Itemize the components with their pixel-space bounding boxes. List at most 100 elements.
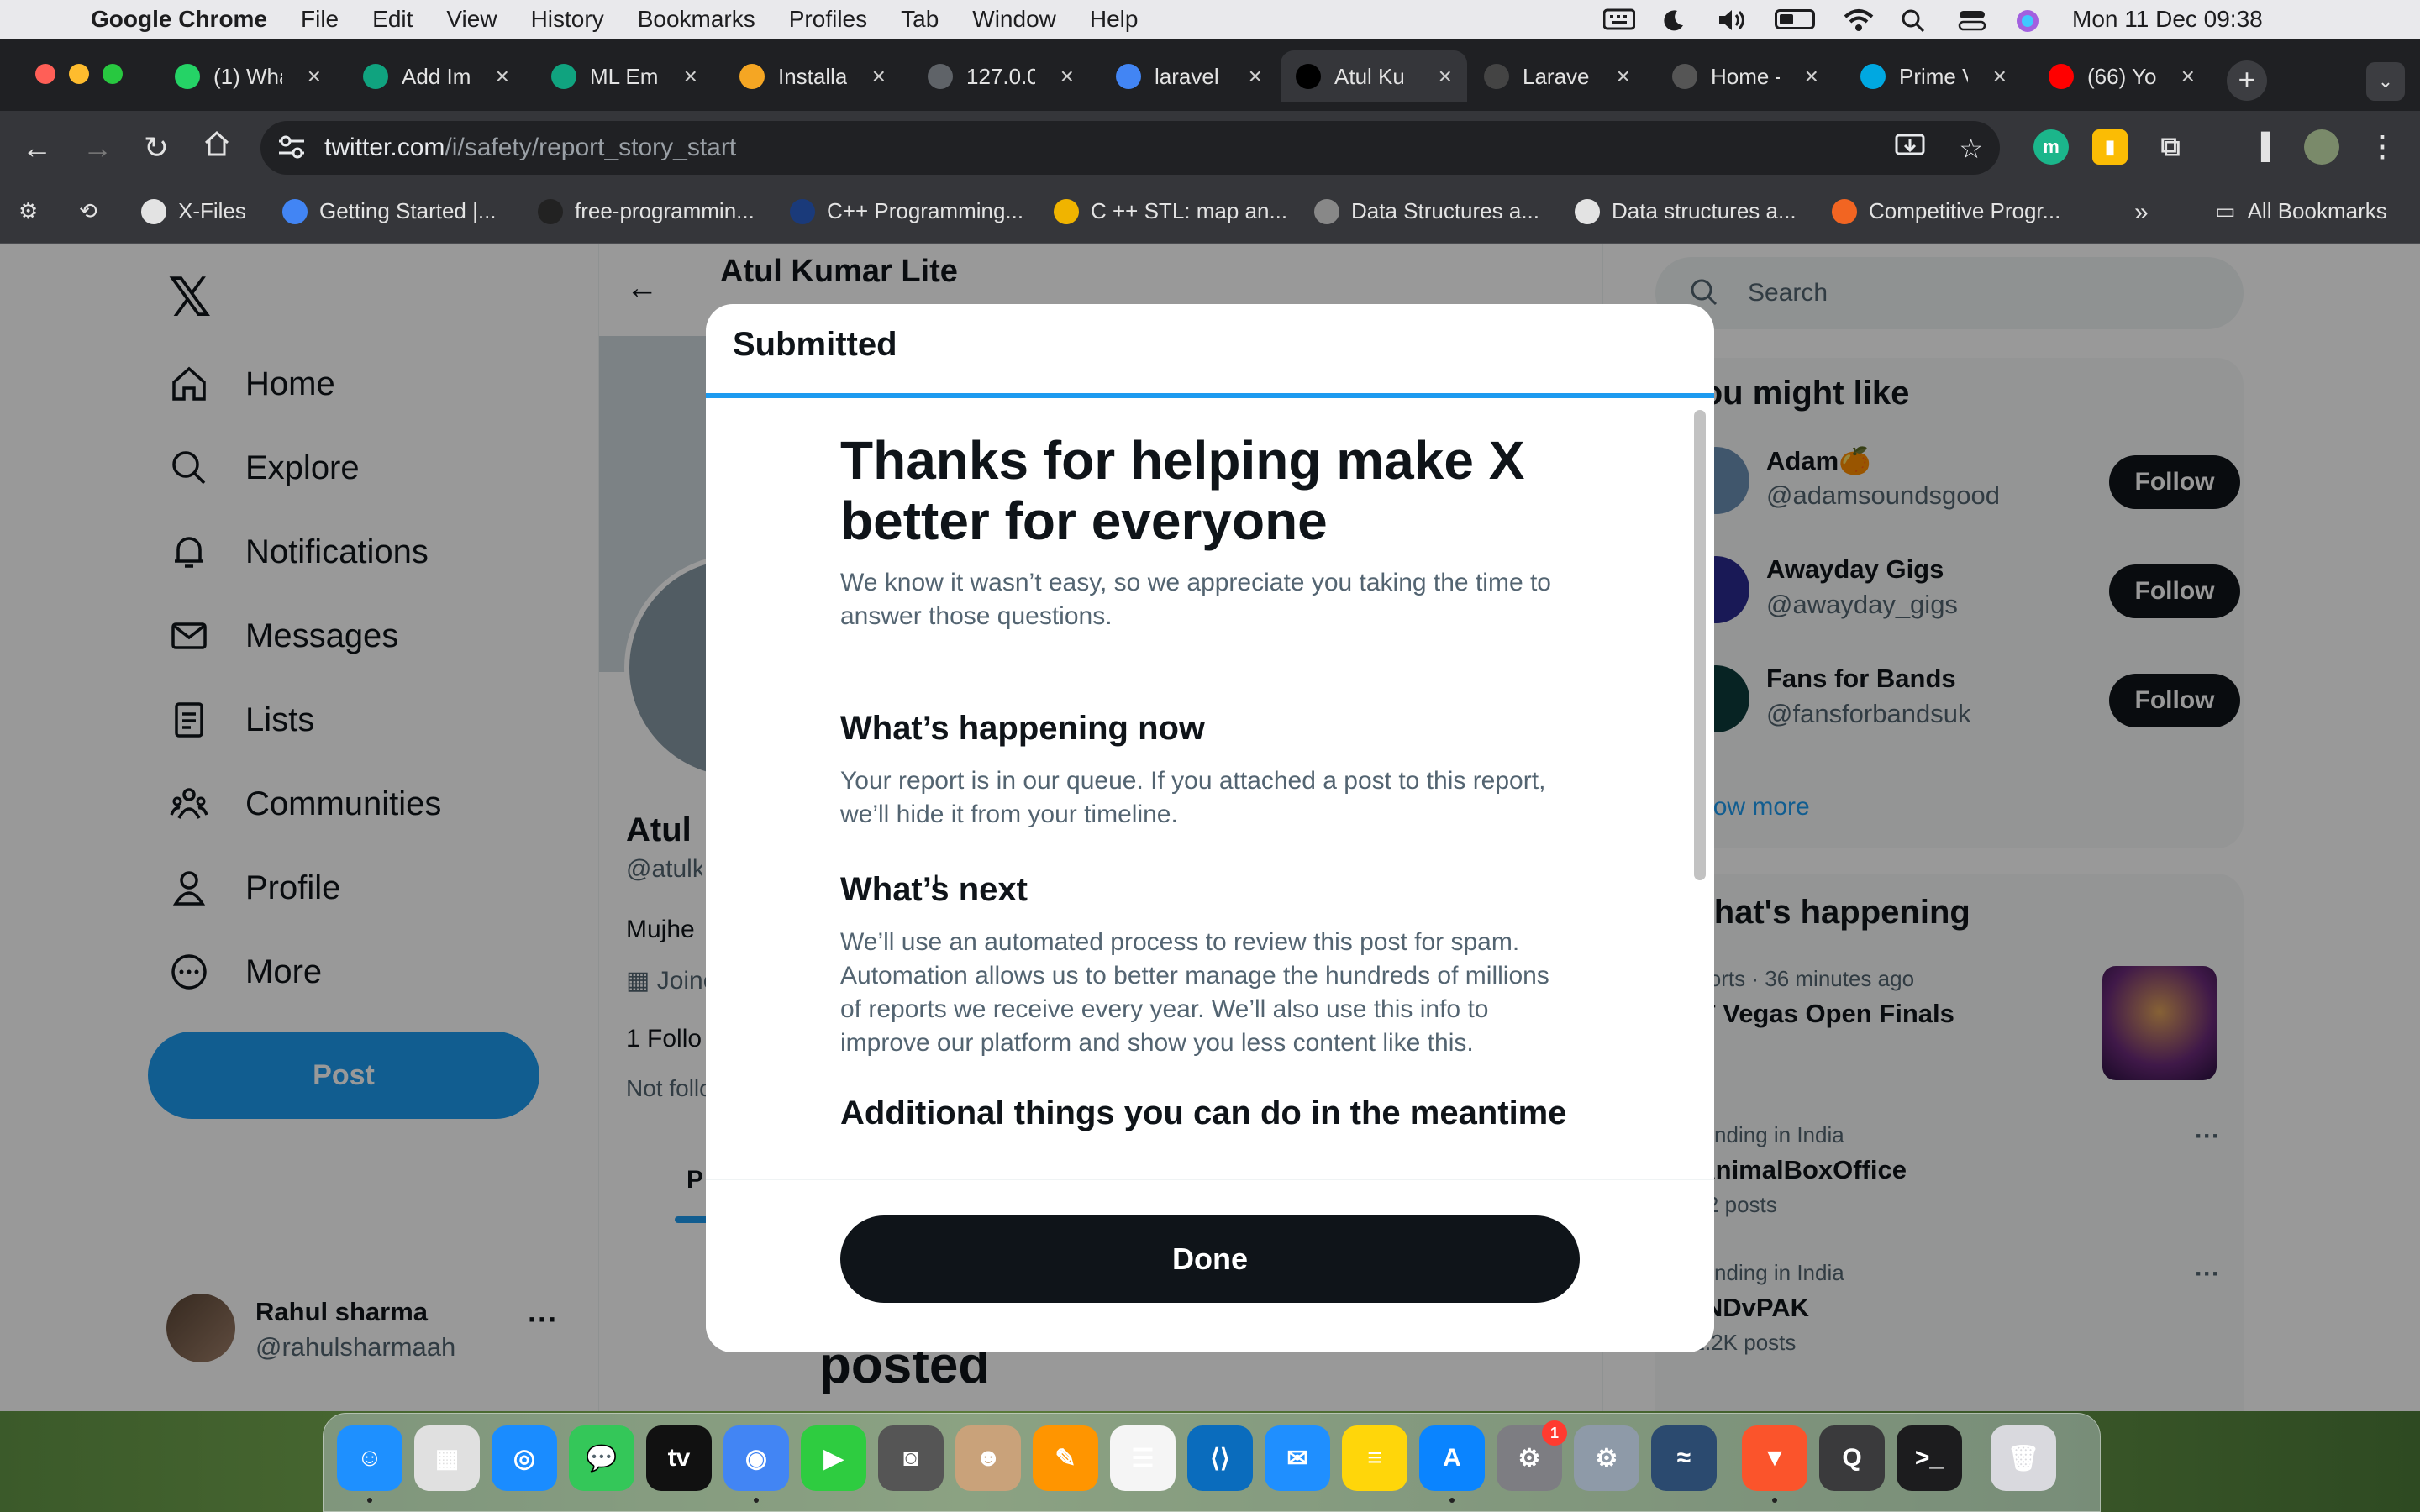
zoom-window-button[interactable] [103,64,123,84]
pages-icon[interactable]: ✎ [1033,1425,1098,1491]
appstore-icon[interactable]: A [1419,1425,1485,1491]
menu-edit[interactable]: Edit [372,6,413,33]
trash-icon[interactable]: 🗑 [1991,1425,2056,1491]
notes-icon[interactable]: ≡ [1342,1425,1407,1491]
system-settings-icon[interactable]: ⚙ 1 [1497,1420,1567,1491]
menu-bookmarks[interactable]: Bookmarks [638,6,755,33]
dark-mode-moon-icon[interactable] [1660,8,1689,31]
extension-m-icon[interactable]: m [2033,129,2069,165]
reminders-icon[interactable]: ☰ [1110,1425,1176,1491]
close-tab-icon[interactable]: × [496,63,509,90]
close-tab-icon[interactable]: × [872,63,886,90]
browser-tab[interactable]: ML Em × [536,50,713,102]
tab-search-button[interactable]: ⌄ [2366,62,2405,101]
keyboard-icon[interactable] [1602,8,1636,30]
side-panel-icon[interactable]: ▐ [2244,129,2279,165]
new-tab-button[interactable]: + [2227,60,2267,101]
safari-icon[interactable]: ◎ [492,1425,557,1491]
browser-tab[interactable]: Atul Ku × [1281,50,1467,102]
terminal-icon[interactable]: >_ [1897,1425,1962,1491]
bookmarks-history-icon[interactable]: ⟲ [79,198,97,224]
done-button[interactable]: Done [840,1215,1580,1303]
menu-profiles[interactable]: Profiles [789,6,867,33]
browser-tab[interactable]: Home - × [1657,50,1833,102]
close-window-button[interactable] [35,64,55,84]
launchpad-icon[interactable]: ▦ [414,1425,480,1491]
close-tab-icon[interactable]: × [1617,63,1630,90]
bookmark-item[interactable]: C ++ STL: map an... [1054,198,1287,224]
menu-tab[interactable]: Tab [901,6,939,33]
bookmark-item[interactable]: Data Structures a... [1314,198,1539,224]
browser-tab[interactable]: Prime V × [1845,50,2022,102]
siri-icon[interactable] [2015,8,2044,32]
menu-app-name[interactable]: Google Chrome [91,6,267,33]
bookmark-item[interactable]: X-Files [141,198,246,224]
bookmarks-settings-icon[interactable]: ⚙ [18,198,38,224]
facetime-icon[interactable]: ▶ [801,1425,866,1491]
close-tab-icon[interactable]: × [1805,63,1818,90]
browser-tab[interactable]: laravel × [1101,50,1277,102]
browser-tab[interactable]: (66) Yo × [2033,50,2210,102]
profile-avatar-icon[interactable] [2304,129,2339,165]
messages-icon[interactable]: 💬 [569,1425,634,1491]
bookmark-item[interactable]: C++ Programming... [790,198,1023,224]
bookmark-star-icon[interactable]: ☆ [1959,133,1983,166]
all-bookmarks-folder[interactable]: ▭ All Bookmarks [2215,198,2387,224]
chrome-icon[interactable]: ◉ [723,1425,789,1491]
reload-icon[interactable]: ↻ [134,126,178,170]
forward-arrow-icon[interactable]: → [76,126,119,170]
brave-icon[interactable]: ▼ [1742,1425,1807,1491]
close-tab-icon[interactable]: × [1249,63,1262,90]
minimize-window-button[interactable] [69,64,89,84]
close-tab-icon[interactable]: × [684,63,697,90]
menu-view[interactable]: View [446,6,497,33]
site-info-icon[interactable] [277,134,308,161]
extension-keep-icon[interactable]: ▮ [2092,129,2128,165]
menu-window[interactable]: Window [972,6,1056,33]
close-tab-icon[interactable]: × [1060,63,1074,90]
screenshot-icon[interactable]: ◙ [878,1425,944,1491]
chrome-menu-icon[interactable]: ⋮ [2365,129,2400,165]
browser-tab[interactable]: (1) Wha × [160,50,336,102]
volume-icon[interactable] [1718,8,1746,30]
settings-gear-icon[interactable]: ⚙ [1574,1425,1639,1491]
browser-tab[interactable]: Installa × [724,50,901,102]
close-tab-icon[interactable]: × [1993,63,2007,90]
menu-file[interactable]: File [301,6,339,33]
menu-history[interactable]: History [531,6,604,33]
wifi-icon[interactable] [1844,8,1874,31]
close-tab-icon[interactable]: × [2181,63,2195,90]
close-tab-icon[interactable]: × [308,63,321,90]
contacts-icon[interactable]: ☻ [955,1425,1021,1491]
home-icon[interactable] [195,126,239,170]
browser-tab[interactable]: Laravel × [1469,50,1645,102]
dock-glyph: ☺ [356,1444,383,1472]
install-app-icon[interactable] [1895,133,1925,166]
dialog-scrollbar[interactable] [1694,410,1706,880]
finder-icon[interactable]: ☺ [337,1425,402,1491]
back-arrow-icon[interactable]: ← [15,126,59,170]
bookmark-item[interactable]: Getting Started |... [282,198,497,224]
control-center-icon[interactable] [1958,8,1986,31]
appletv-icon[interactable]: tv [646,1425,712,1491]
mail-icon[interactable]: ✉ [1265,1425,1330,1491]
bookmark-favicon-icon [790,198,815,224]
dock-glyph: ▼ [1762,1444,1787,1472]
menu-help[interactable]: Help [1090,6,1139,33]
battery-icon[interactable] [1775,9,1815,29]
close-tab-icon[interactable]: × [1439,63,1452,90]
more-bookmarks-chevron-icon[interactable]: » [2134,198,2149,227]
vscode-icon[interactable]: ⟨⟩ [1187,1425,1253,1491]
quicktime-icon[interactable]: Q [1819,1425,1885,1491]
bookmark-item[interactable]: Data structures a... [1575,198,1797,224]
spotlight-search-icon[interactable] [1901,8,1929,33]
bookmark-item[interactable]: free-programmin... [538,198,755,224]
bookmark-item[interactable]: Competitive Progr... [1832,198,2060,224]
browser-tab[interactable]: Add Im × [348,50,524,102]
address-bar[interactable]: twitter.com/i/safety/report_story_start … [260,121,2000,175]
browser-tab[interactable]: 127.0.0 × [913,50,1089,102]
dialog-body[interactable]: Thanks for helping make X better for eve… [706,398,1714,1179]
menubar-clock[interactable]: Mon 11 Dec 09:38 [2072,6,2263,33]
mysql-workbench-icon[interactable]: ≈ [1651,1425,1717,1491]
extensions-puzzle-icon[interactable]: ⧉ [2153,129,2188,165]
